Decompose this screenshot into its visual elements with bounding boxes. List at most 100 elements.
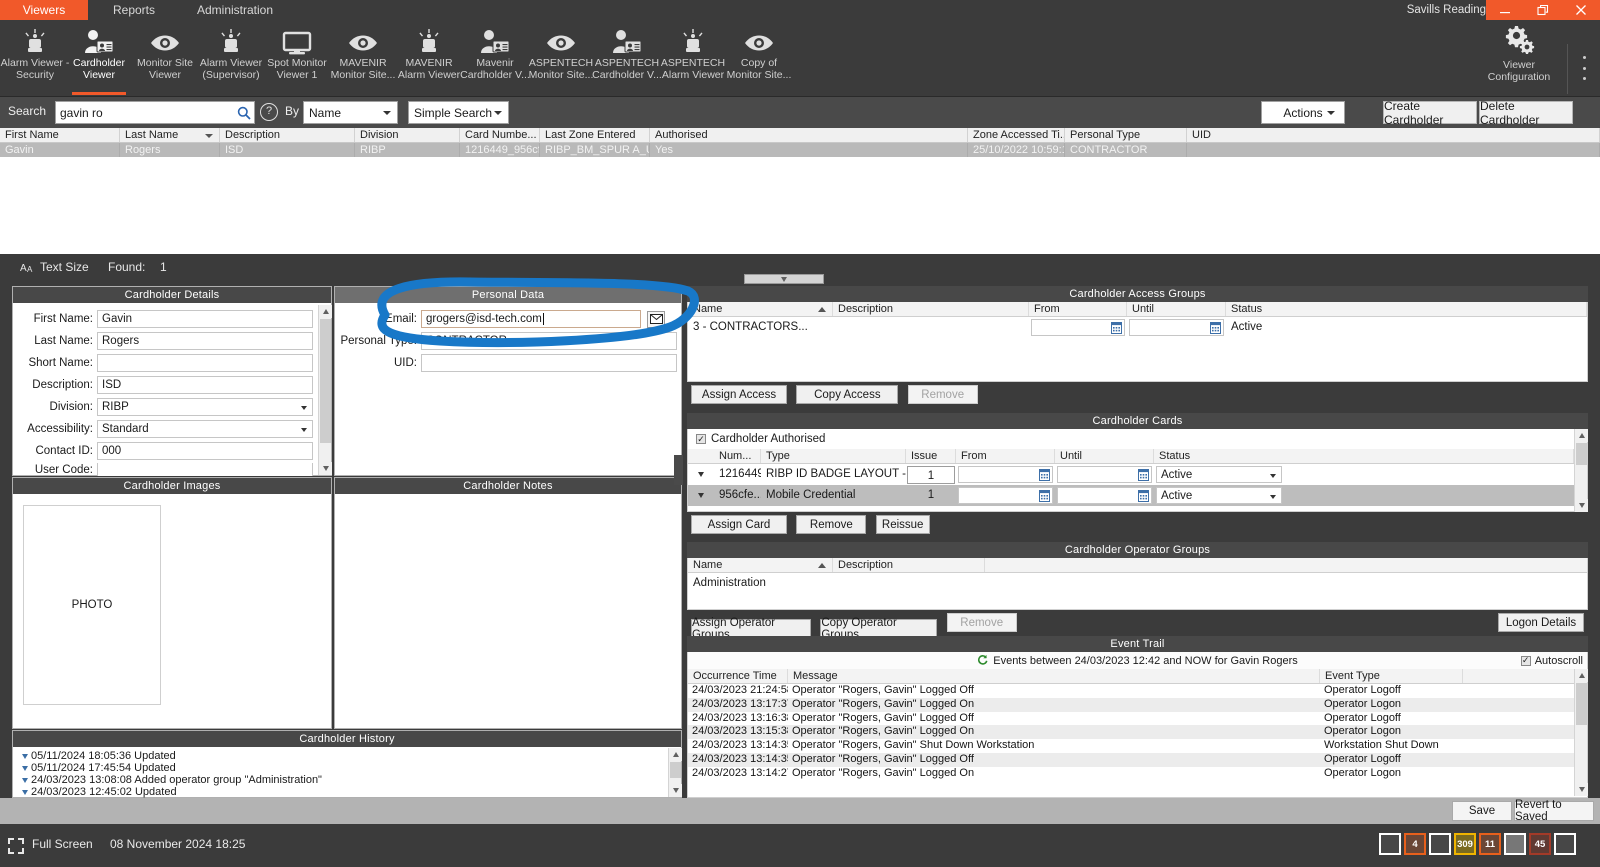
table-row[interactable]: 3 - CONTRACTORS... Active bbox=[688, 317, 1587, 337]
table-row[interactable]: 24/03/2023 13:17:37 Operator "Rogers, Gav… bbox=[688, 697, 1587, 712]
status-tile[interactable]: 4 bbox=[1404, 833, 1426, 855]
text-size-label[interactable]: Text Size bbox=[40, 260, 89, 274]
minimize-icon[interactable] bbox=[1486, 0, 1524, 20]
restore-icon[interactable] bbox=[1524, 0, 1562, 20]
event-trail-scrollbar[interactable] bbox=[1574, 669, 1588, 796]
cardholder-details-scrollbar[interactable] bbox=[318, 305, 332, 475]
list-item[interactable]: 05/11/2024 18:05:36 Updated bbox=[13, 750, 668, 762]
results-col-first-name[interactable]: First Name bbox=[0, 128, 120, 142]
email-field[interactable]: grogers@isd-tech.com bbox=[421, 310, 641, 328]
results-col-authorised[interactable]: Authorised bbox=[650, 128, 968, 142]
division-select[interactable]: RIBP bbox=[97, 398, 313, 416]
from-date-field[interactable] bbox=[1031, 318, 1125, 336]
reissue-card-button[interactable]: Reissue bbox=[875, 515, 930, 534]
ribbon-item-mavenir-cardholder-viewer[interactable]: Mavenir Cardholder V... bbox=[460, 22, 530, 94]
table-row[interactable]: 24/03/2023 21:24:58 Operator "Rogers, Gav… bbox=[688, 684, 1587, 698]
card-from-field[interactable] bbox=[958, 487, 1053, 504]
scroll-thumb[interactable] bbox=[1576, 683, 1587, 725]
ribbon-item-monitor-site-viewer[interactable]: Monitor Site Viewer bbox=[132, 22, 198, 94]
cell-from[interactable] bbox=[1029, 318, 1127, 336]
ribbon-item-alarm-viewer-supervisor[interactable]: Alarm Viewer (Supervisor) bbox=[198, 22, 264, 94]
scroll-thumb[interactable] bbox=[670, 762, 681, 778]
scroll-up-arrow-icon[interactable] bbox=[1575, 669, 1588, 682]
short-name-field[interactable] bbox=[97, 354, 313, 372]
ribbon-item-cardholder-viewer[interactable]: Cardholder Viewer bbox=[66, 22, 132, 95]
cell-card-issue[interactable]: 1 bbox=[907, 465, 955, 484]
calendar-icon[interactable] bbox=[1138, 490, 1149, 502]
create-cardholder-button[interactable]: Create Cardholder bbox=[1383, 99, 1477, 127]
ribbon-item-mavenir-monitor-site[interactable]: MAVENIR Monitor Site... bbox=[330, 22, 396, 94]
scroll-down-arrow-icon[interactable] bbox=[669, 784, 682, 797]
status-tile[interactable]: 11 bbox=[1479, 833, 1501, 855]
operator-groups-col-name[interactable]: Name bbox=[688, 558, 833, 572]
scroll-up-arrow-icon[interactable] bbox=[669, 748, 682, 761]
event-col-blank[interactable] bbox=[1463, 669, 1575, 683]
cards-col-type[interactable]: Type bbox=[761, 449, 906, 463]
table-row[interactable]: 24/03/2023 13:14:35 Operator "Rogers, Gav… bbox=[688, 739, 1587, 753]
list-item[interactable]: 24/03/2023 13:08:08 Added operator group… bbox=[13, 774, 668, 786]
results-col-division[interactable]: Division bbox=[355, 128, 460, 142]
event-col-occurrence-time[interactable]: Occurrence Time bbox=[688, 669, 788, 683]
scroll-down-arrow-icon[interactable] bbox=[319, 462, 332, 475]
calendar-icon[interactable] bbox=[1210, 321, 1221, 334]
cards-col-until[interactable]: Until bbox=[1055, 449, 1154, 463]
viewer-configuration-button[interactable]: Viewer Configuration bbox=[1476, 24, 1562, 94]
operator-groups-col-description[interactable]: Description bbox=[833, 558, 985, 572]
expand-chevron-icon[interactable] bbox=[688, 493, 714, 498]
expand-chevron-icon[interactable] bbox=[688, 472, 714, 477]
kebab-menu-icon[interactable] bbox=[1576, 56, 1592, 80]
autoscroll-checkbox[interactable]: ✓ bbox=[1520, 655, 1531, 666]
access-groups-col-name[interactable]: Name bbox=[688, 302, 833, 316]
card-until-field[interactable] bbox=[1057, 466, 1152, 483]
table-row[interactable]: 1216449 RIBP ID BADGE LAYOUT - BLUE 1 Ac… bbox=[688, 464, 1587, 485]
status-tile[interactable] bbox=[1504, 833, 1526, 855]
card-from-field[interactable] bbox=[958, 466, 1053, 483]
results-col-zone-accessed-time[interactable]: Zone Accessed Ti... bbox=[968, 128, 1065, 142]
access-groups-col-status[interactable]: Status bbox=[1226, 302, 1587, 316]
copy-access-button[interactable]: Copy Access bbox=[796, 385, 899, 404]
operator-groups-col-blank[interactable] bbox=[985, 558, 1587, 572]
refresh-icon[interactable] bbox=[977, 654, 988, 668]
ribbon-item-mavenir-alarm-viewer[interactable]: MAVENIR Alarm Viewer bbox=[396, 22, 462, 94]
cards-col-status[interactable]: Status bbox=[1154, 449, 1574, 463]
calendar-icon[interactable] bbox=[1039, 469, 1050, 481]
contact-id-field[interactable]: 000 bbox=[97, 442, 313, 460]
assign-access-button[interactable]: Assign Access bbox=[691, 385, 787, 404]
status-tile[interactable] bbox=[1554, 833, 1576, 855]
results-col-personal-type[interactable]: Personal Type bbox=[1065, 128, 1187, 142]
results-col-description[interactable]: Description bbox=[220, 128, 355, 142]
full-screen-label[interactable]: Full Screen bbox=[32, 837, 93, 851]
scroll-down-arrow-icon[interactable] bbox=[1575, 499, 1588, 512]
status-tile[interactable]: 45 bbox=[1529, 833, 1551, 855]
splitter-handle[interactable] bbox=[744, 274, 824, 284]
panel-vertical-splitter[interactable] bbox=[674, 455, 683, 485]
event-col-event-type[interactable]: Event Type bbox=[1320, 669, 1463, 683]
accessibility-select[interactable]: Standard bbox=[97, 420, 313, 438]
assign-card-button[interactable]: Assign Card bbox=[691, 515, 787, 534]
calendar-icon[interactable] bbox=[1138, 469, 1149, 481]
ribbon-item-aspentech-alarm-viewer[interactable]: ASPENTECH Alarm Viewer bbox=[660, 22, 726, 94]
status-tile[interactable]: 309 bbox=[1454, 833, 1476, 855]
table-row[interactable]: Gavin Rogers ISD RIBP 1216449_956cf... R… bbox=[0, 143, 1600, 157]
cards-col-issue[interactable]: Issue bbox=[906, 449, 956, 463]
access-groups-col-until[interactable]: Until bbox=[1127, 302, 1226, 316]
save-button[interactable]: Save bbox=[1452, 801, 1512, 821]
personal-type-field[interactable]: CONTRACTOR bbox=[421, 332, 677, 350]
cardholder-authorised-checkbox[interactable]: ✓ bbox=[696, 434, 706, 444]
envelope-icon[interactable] bbox=[647, 310, 665, 328]
fullscreen-icon[interactable] bbox=[8, 838, 24, 857]
cardholder-photo[interactable]: PHOTO bbox=[23, 505, 161, 705]
calendar-icon[interactable] bbox=[1111, 321, 1122, 334]
access-groups-col-description[interactable]: Description bbox=[833, 302, 1029, 316]
until-date-field[interactable] bbox=[1129, 318, 1224, 336]
table-row[interactable]: 956cfe... Mobile Credential 1 Active bbox=[688, 485, 1587, 506]
ribbon-tab-reports[interactable]: Reports bbox=[96, 0, 172, 20]
table-row[interactable]: 24/03/2023 13:16:38 Operator "Rogers, Gav… bbox=[688, 712, 1587, 726]
ribbon-tab-viewers[interactable]: Viewers bbox=[0, 0, 88, 20]
ribbon-tab-administration[interactable]: Administration bbox=[180, 0, 290, 20]
cards-scrollbar[interactable] bbox=[1574, 429, 1588, 512]
uid-field[interactable] bbox=[421, 354, 677, 372]
last-name-field[interactable]: Rogers bbox=[97, 332, 313, 350]
cards-col-from[interactable]: From bbox=[956, 449, 1055, 463]
list-item[interactable]: 05/11/2024 17:45:54 Updated bbox=[13, 762, 668, 774]
